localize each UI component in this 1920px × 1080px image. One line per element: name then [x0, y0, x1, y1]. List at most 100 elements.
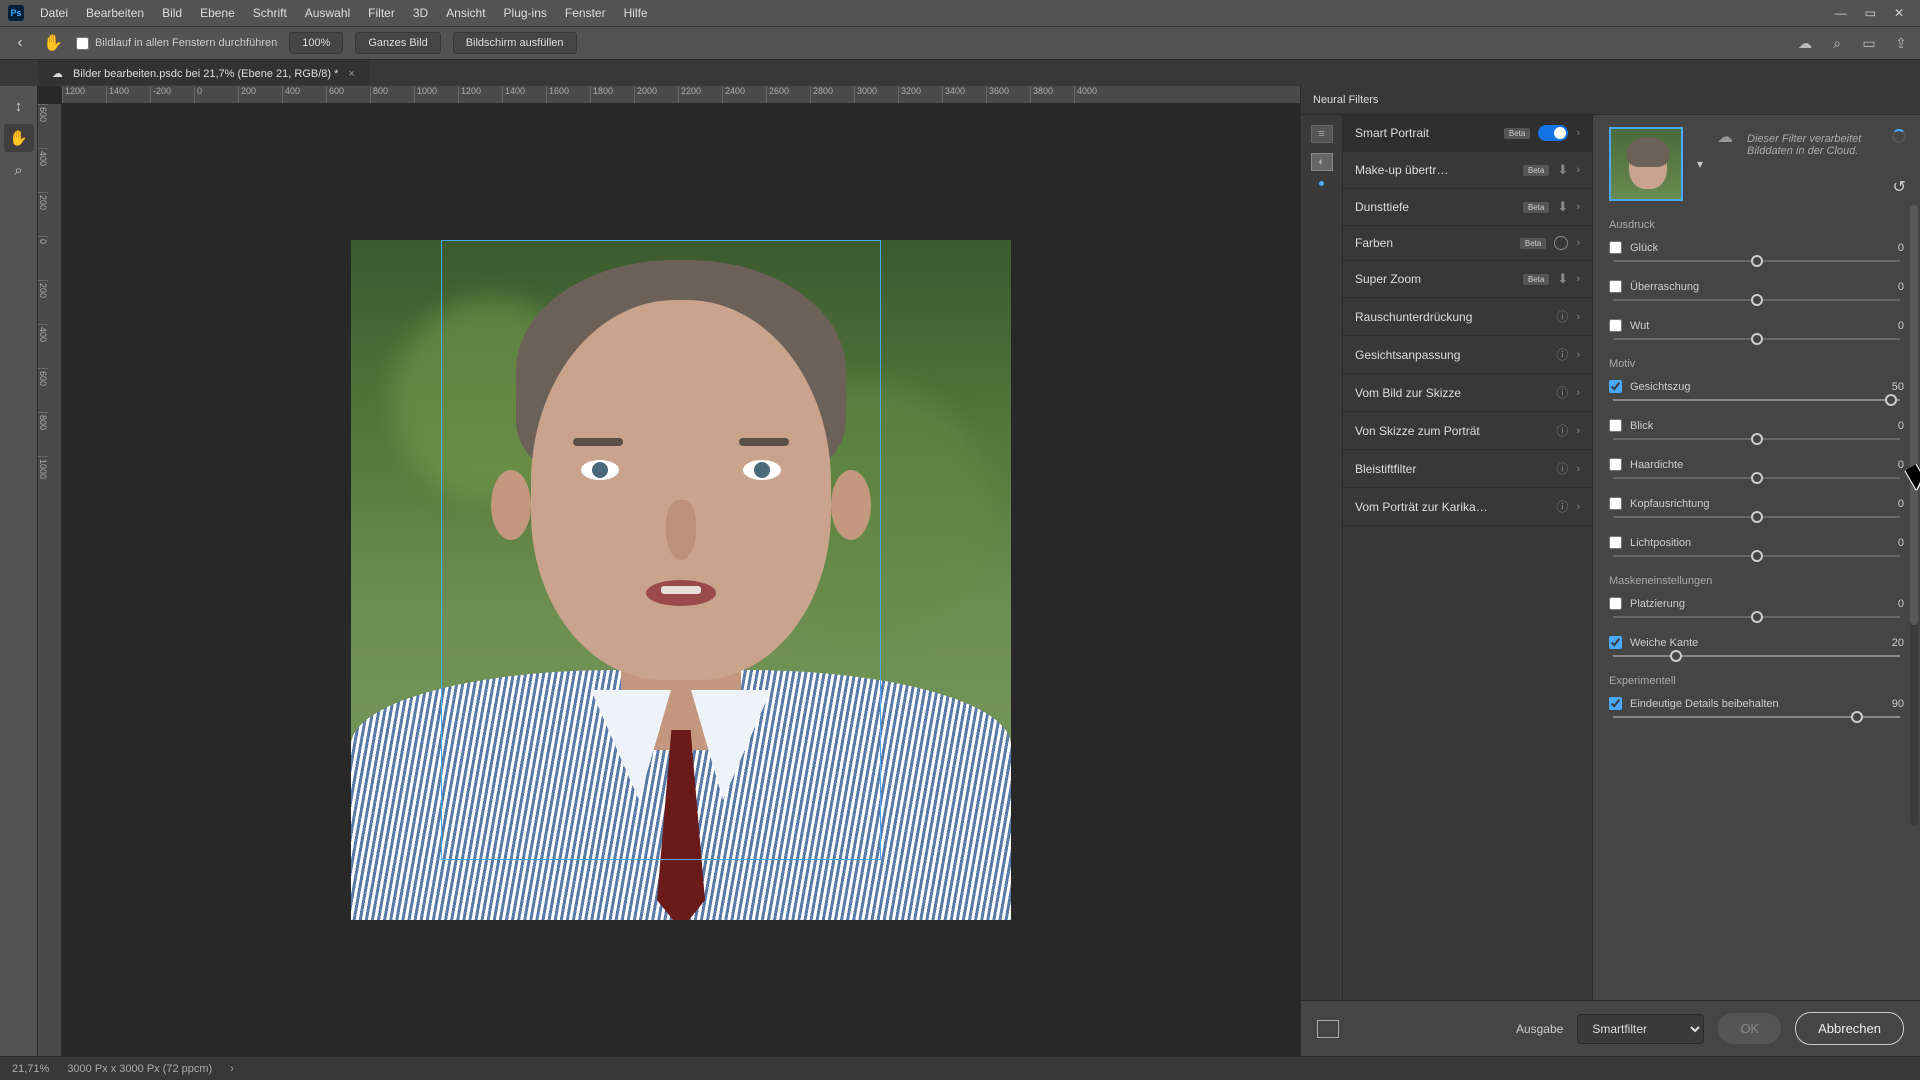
chevron-right-icon[interactable]: ›	[1576, 501, 1580, 513]
info-icon[interactable]: ⓘ	[1556, 384, 1568, 401]
slider-track-wut[interactable]	[1613, 338, 1900, 340]
chevron-right-icon[interactable]: ›	[1576, 311, 1580, 323]
filter-row-vom-bild-zur-skizze[interactable]: Vom Bild zur Skizzeⓘ›	[1343, 374, 1592, 412]
category-portrait[interactable]: ◐	[1311, 153, 1333, 171]
workspace-icon[interactable]: ▭	[1860, 34, 1878, 52]
slider-thumb-lichtposition[interactable]	[1751, 550, 1763, 562]
filter-row-smart-portrait[interactable]: Smart PortraitBeta›	[1343, 115, 1592, 152]
slider-check-weichekante[interactable]	[1609, 636, 1622, 649]
window-minimize[interactable]: —	[1835, 6, 1847, 20]
zoom-tool[interactable]: ⌕	[4, 156, 34, 184]
info-icon[interactable]: ⓘ	[1556, 460, 1568, 477]
download-icon[interactable]: ⬇	[1557, 162, 1568, 178]
slider-thumb-kopfausrichtung[interactable]	[1751, 511, 1763, 523]
slider-track-blick[interactable]	[1613, 438, 1900, 440]
info-icon[interactable]: ⓘ	[1556, 498, 1568, 515]
info-icon[interactable]: ⓘ	[1556, 308, 1568, 325]
chevron-right-icon[interactable]: ›	[1576, 273, 1580, 285]
face-select-dropdown[interactable]: ▾	[1697, 157, 1703, 171]
slider-track-glueck[interactable]	[1613, 260, 1900, 262]
search-icon[interactable]: ⌕	[1828, 34, 1846, 52]
filter-row-make-up-bertr-[interactable]: Make-up übertr…Beta⬇›	[1343, 152, 1592, 189]
category-all[interactable]: ≡	[1311, 125, 1333, 143]
scroll-all-windows-check[interactable]: Bildlauf in allen Fenstern durchführen	[76, 37, 277, 50]
menu-3d[interactable]: 3D	[405, 2, 436, 24]
share-icon[interactable]: ⇪	[1892, 34, 1910, 52]
menu-bild[interactable]: Bild	[154, 2, 190, 24]
slider-thumb-wut[interactable]	[1751, 333, 1763, 345]
slider-track-details[interactable]	[1613, 716, 1900, 718]
menu-auswahl[interactable]: Auswahl	[297, 2, 358, 24]
slider-track-kopfausrichtung[interactable]	[1613, 516, 1900, 518]
window-maximize[interactable]: ▭	[1865, 6, 1876, 20]
menu-filter[interactable]: Filter	[360, 2, 403, 24]
menu-plugins[interactable]: Plug-ins	[496, 2, 555, 24]
slider-thumb-haardichte[interactable]	[1751, 472, 1763, 484]
chevron-right-icon[interactable]: ›	[1576, 237, 1580, 249]
close-tab-icon[interactable]: ×	[348, 68, 354, 80]
slider-thumb-weichekante[interactable]	[1670, 650, 1682, 662]
filter-row-rauschunterdr-ckung[interactable]: Rauschunterdrückungⓘ›	[1343, 298, 1592, 336]
slider-track-gesichtszug[interactable]	[1613, 399, 1900, 401]
slider-thumb-gesichtszug[interactable]	[1885, 394, 1897, 406]
window-close[interactable]: ✕	[1894, 6, 1904, 20]
cancel-button[interactable]: Abbrechen	[1795, 1012, 1904, 1045]
chevron-right-icon[interactable]: ›	[1576, 425, 1580, 437]
status-chevron-icon[interactable]: ›	[230, 1063, 234, 1075]
slider-check-kopfausrichtung[interactable]	[1609, 497, 1622, 510]
download-icon[interactable]: ⬇	[1557, 199, 1568, 215]
slider-thumb-glueck[interactable]	[1751, 255, 1763, 267]
filter-row-dunsttiefe[interactable]: DunsttiefeBeta⬇›	[1343, 189, 1592, 226]
slider-check-platzierung[interactable]	[1609, 597, 1622, 610]
face-thumbnail[interactable]	[1609, 127, 1683, 201]
filter-row-gesichtsanpassung[interactable]: Gesichtsanpassungⓘ›	[1343, 336, 1592, 374]
slider-check-blick[interactable]	[1609, 419, 1622, 432]
info-icon[interactable]: ⓘ	[1556, 422, 1568, 439]
hand-tool-icon[interactable]: ✋	[42, 32, 64, 54]
filter-row-bleistiftfilter[interactable]: Bleistiftfilterⓘ›	[1343, 450, 1592, 488]
slider-track-ueberraschung[interactable]	[1613, 299, 1900, 301]
scroll-all-windows-checkbox[interactable]	[76, 37, 89, 50]
slider-thumb-platzierung[interactable]	[1751, 611, 1763, 623]
chevron-right-icon[interactable]: ›	[1576, 164, 1580, 176]
chevron-right-icon[interactable]: ›	[1576, 201, 1580, 213]
chevron-right-icon[interactable]: ›	[1576, 463, 1580, 475]
slider-track-platzierung[interactable]	[1613, 616, 1900, 618]
download-icon[interactable]: ⬇	[1557, 271, 1568, 287]
fit-image-button[interactable]: Ganzes Bild	[355, 32, 440, 54]
canvas-image[interactable]	[351, 240, 1011, 920]
slider-check-gesichtszug[interactable]	[1609, 380, 1622, 393]
filter-row-vom-portr-t-zur-karika-[interactable]: Vom Porträt zur Karika…ⓘ›	[1343, 488, 1592, 526]
slider-check-ueberraschung[interactable]	[1609, 280, 1622, 293]
slider-track-haardichte[interactable]	[1613, 477, 1900, 479]
menu-schrift[interactable]: Schrift	[245, 2, 295, 24]
slider-check-haardichte[interactable]	[1609, 458, 1622, 471]
filter-row-super-zoom[interactable]: Super ZoomBeta⬇›	[1343, 261, 1592, 298]
slider-thumb-details[interactable]	[1851, 711, 1863, 723]
slider-track-lichtposition[interactable]	[1613, 555, 1900, 557]
menu-ebene[interactable]: Ebene	[192, 2, 243, 24]
reset-icon[interactable]: ↺	[1893, 177, 1906, 197]
chevron-right-icon[interactable]: ›	[1576, 127, 1580, 139]
info-icon[interactable]: ⓘ	[1556, 346, 1568, 363]
fill-screen-button[interactable]: Bildschirm ausfüllen	[453, 32, 577, 54]
settings-scrollbar-thumb[interactable]	[1910, 205, 1918, 625]
menu-ansicht[interactable]: Ansicht	[438, 2, 493, 24]
menu-datei[interactable]: Datei	[32, 2, 76, 24]
menu-bearbeiten[interactable]: Bearbeiten	[78, 2, 152, 24]
filter-row-von-skizze-zum-portr-t[interactable]: Von Skizze zum Porträtⓘ›	[1343, 412, 1592, 450]
zoom-level-button[interactable]: 100%	[289, 32, 343, 54]
ring-icon[interactable]	[1554, 236, 1568, 250]
slider-check-lichtposition[interactable]	[1609, 536, 1622, 549]
chevron-right-icon[interactable]: ›	[1576, 349, 1580, 361]
slider-thumb-blick[interactable]	[1751, 433, 1763, 445]
hand-tool[interactable]: ✋	[4, 124, 34, 152]
menu-hilfe[interactable]: Hilfe	[616, 2, 656, 24]
slider-check-wut[interactable]	[1609, 319, 1622, 332]
menu-fenster[interactable]: Fenster	[557, 2, 614, 24]
preview-toggle-icon[interactable]	[1317, 1020, 1339, 1038]
move-tool[interactable]: ↕	[4, 92, 34, 120]
filter-row-farben[interactable]: FarbenBeta›	[1343, 226, 1592, 261]
slider-check-details[interactable]	[1609, 697, 1622, 710]
slider-thumb-ueberraschung[interactable]	[1751, 294, 1763, 306]
